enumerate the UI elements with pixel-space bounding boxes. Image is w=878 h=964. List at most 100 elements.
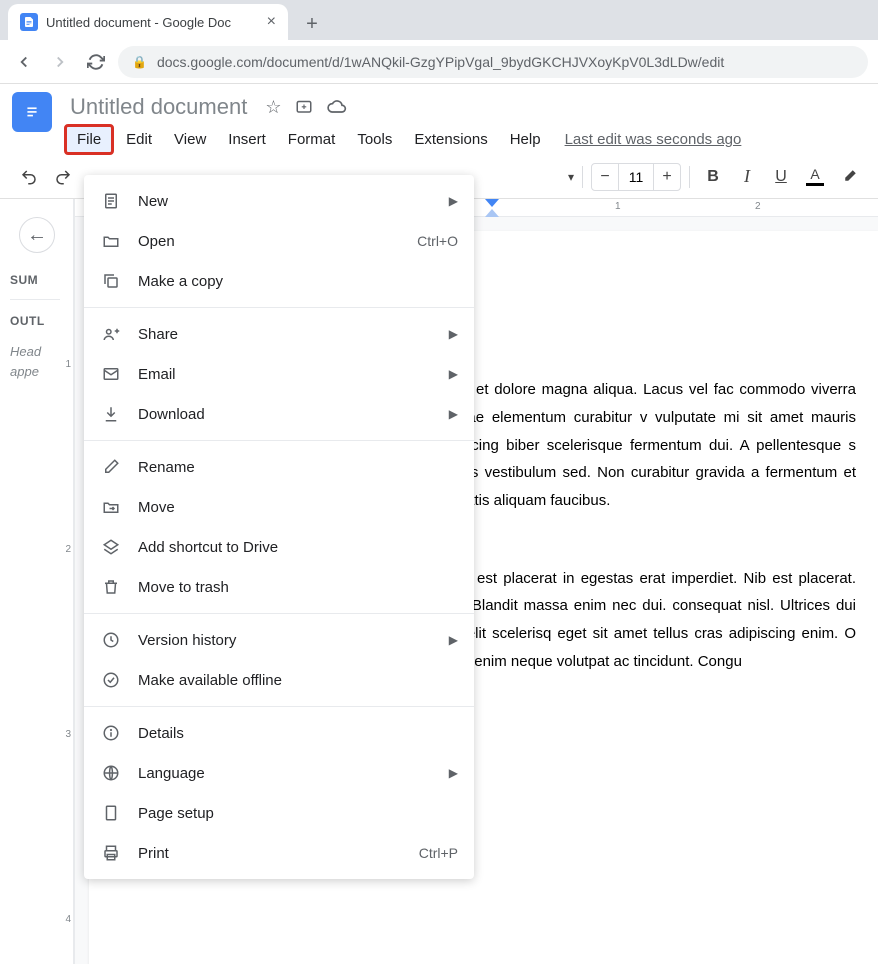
file-menu-language[interactable]: Language▶: [84, 753, 474, 793]
menu-separator: [84, 613, 474, 614]
docs-favicon: [20, 13, 38, 31]
menu-extensions[interactable]: Extensions: [404, 127, 497, 152]
zoom-arrow[interactable]: ▾: [568, 170, 574, 184]
folder-icon: [100, 230, 122, 252]
italic-button[interactable]: I: [732, 162, 762, 192]
tab-close-icon[interactable]: ×: [267, 13, 276, 31]
menu-help[interactable]: Help: [500, 127, 551, 152]
menu-separator: [84, 307, 474, 308]
font-size-value[interactable]: 11: [618, 164, 654, 190]
move-icon: [100, 496, 122, 518]
bold-button[interactable]: B: [698, 162, 728, 192]
browser-tab-strip: Untitled document - Google Doc × +: [0, 0, 878, 40]
menu-item-label: Print: [138, 845, 419, 862]
menu-item-label: Language: [138, 765, 449, 782]
file-menu-new[interactable]: New▶: [84, 181, 474, 221]
submenu-arrow-icon: ▶: [449, 633, 458, 647]
menu-item-label: Rename: [138, 459, 458, 476]
browser-toolbar: 🔒 docs.google.com/document/d/1wANQkil-Gz…: [0, 40, 878, 84]
file-menu-make-a-copy[interactable]: Make a copy: [84, 261, 474, 301]
menu-format[interactable]: Format: [278, 127, 346, 152]
menu-item-label: Move: [138, 499, 458, 516]
file-menu-version-history[interactable]: Version history▶: [84, 620, 474, 660]
file-menu-print[interactable]: PrintCtrl+P: [84, 833, 474, 873]
menu-view[interactable]: View: [164, 127, 216, 152]
file-menu-make-available-offline[interactable]: Make available offline: [84, 660, 474, 700]
move-icon[interactable]: [295, 97, 313, 118]
outline-back-button[interactable]: ←: [19, 217, 55, 253]
menu-separator: [84, 440, 474, 441]
globe-icon: [100, 762, 122, 784]
mail-icon: [100, 363, 122, 385]
text-color-button[interactable]: A: [800, 162, 830, 192]
file-menu-rename[interactable]: Rename: [84, 447, 474, 487]
back-button[interactable]: [10, 48, 38, 76]
file-menu-add-shortcut-to-drive[interactable]: Add shortcut to Drive: [84, 527, 474, 567]
highlight-button[interactable]: [834, 162, 864, 192]
print-icon: [100, 842, 122, 864]
menu-item-label: Email: [138, 366, 449, 383]
font-size-minus[interactable]: −: [592, 168, 618, 186]
offline-icon: [100, 669, 122, 691]
star-icon[interactable]: ☆: [265, 97, 281, 118]
menu-edit[interactable]: Edit: [116, 127, 162, 152]
submenu-arrow-icon: ▶: [449, 327, 458, 341]
menu-item-label: Add shortcut to Drive: [138, 539, 458, 556]
download-icon: [100, 403, 122, 425]
menu-item-label: Download: [138, 406, 449, 423]
file-menu-move-to-trash[interactable]: Move to trash: [84, 567, 474, 607]
menu-file[interactable]: File: [64, 124, 114, 155]
doc-icon: [100, 190, 122, 212]
last-edit-link[interactable]: Last edit was seconds ago: [565, 131, 742, 148]
file-menu-page-setup[interactable]: Page setup: [84, 793, 474, 833]
menu-item-label: Make a copy: [138, 273, 458, 290]
trash-icon: [100, 576, 122, 598]
menu-item-label: New: [138, 193, 449, 210]
menu-insert[interactable]: Insert: [218, 127, 276, 152]
undo-button[interactable]: [14, 162, 44, 192]
cloud-icon[interactable]: [327, 97, 347, 118]
menu-item-label: Make available offline: [138, 672, 458, 689]
docs-logo[interactable]: [12, 92, 52, 132]
underline-button[interactable]: U: [766, 162, 796, 192]
menu-shortcut: Ctrl+O: [417, 233, 458, 249]
rename-icon: [100, 456, 122, 478]
vertical-ruler: 1234: [60, 199, 74, 964]
copy-icon: [100, 270, 122, 292]
menu-tools[interactable]: Tools: [347, 127, 402, 152]
address-bar[interactable]: 🔒 docs.google.com/document/d/1wANQkil-Gz…: [118, 46, 868, 78]
menu-item-label: Details: [138, 725, 458, 742]
history-icon: [100, 629, 122, 651]
font-size-control: − 11 +: [591, 163, 681, 191]
file-menu-email[interactable]: Email▶: [84, 354, 474, 394]
doc-title[interactable]: Untitled document: [64, 92, 253, 122]
file-menu-move[interactable]: Move: [84, 487, 474, 527]
menu-bar: FileEditViewInsertFormatToolsExtensionsH…: [64, 124, 866, 155]
menu-shortcut: Ctrl+P: [419, 845, 458, 861]
font-size-plus[interactable]: +: [654, 168, 680, 186]
tab-title: Untitled document - Google Doc: [46, 15, 231, 30]
file-menu-download[interactable]: Download▶: [84, 394, 474, 434]
share-icon: [100, 323, 122, 345]
lock-icon: 🔒: [132, 55, 147, 69]
url-text: docs.google.com/document/d/1wANQkil-GzgY…: [157, 54, 724, 70]
menu-item-label: Open: [138, 233, 417, 250]
new-tab-button[interactable]: +: [296, 8, 328, 40]
menu-item-label: Move to trash: [138, 579, 458, 596]
redo-button[interactable]: [48, 162, 78, 192]
forward-button[interactable]: [46, 48, 74, 76]
reload-button[interactable]: [82, 48, 110, 76]
info-icon: [100, 722, 122, 744]
submenu-arrow-icon: ▶: [449, 194, 458, 208]
file-menu-details[interactable]: Details: [84, 713, 474, 753]
file-menu-share[interactable]: Share▶: [84, 314, 474, 354]
left-sidebar: ← SUM OUTL Head appe 1234: [0, 199, 75, 964]
docs-header: Untitled document ☆ FileEditViewInsertFo…: [0, 84, 878, 155]
menu-item-label: Page setup: [138, 805, 458, 822]
page-icon: [100, 802, 122, 824]
shortcut-icon: [100, 536, 122, 558]
browser-tab[interactable]: Untitled document - Google Doc ×: [8, 4, 288, 40]
menu-item-label: Share: [138, 326, 449, 343]
file-menu-dropdown: New▶OpenCtrl+OMake a copyShare▶Email▶Dow…: [84, 175, 474, 879]
file-menu-open[interactable]: OpenCtrl+O: [84, 221, 474, 261]
